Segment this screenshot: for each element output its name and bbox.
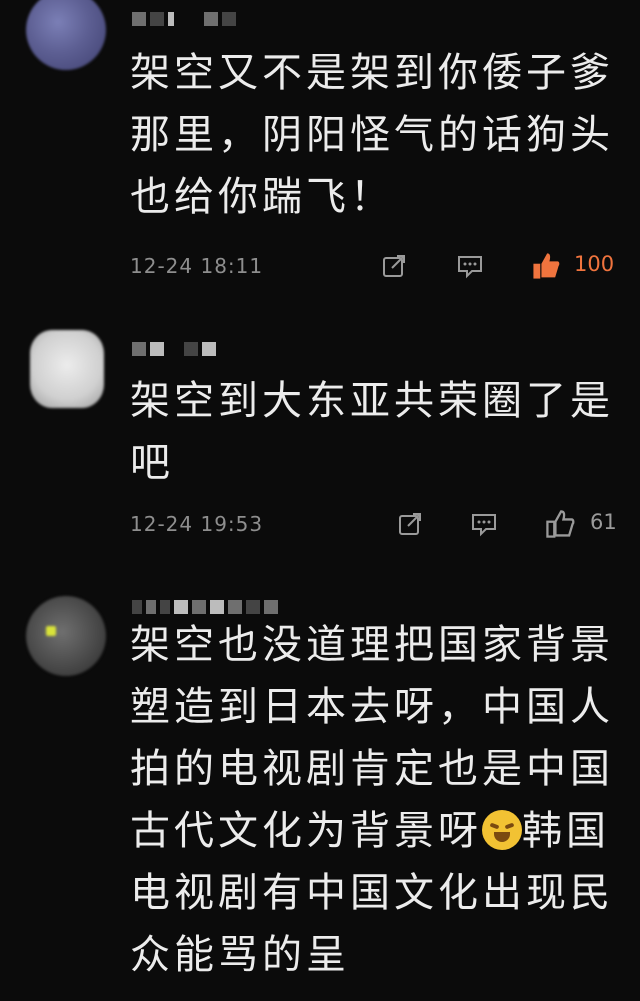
mosaic-block [184, 342, 198, 356]
mosaic-block [202, 342, 216, 356]
username-mosaic[interactable] [132, 8, 236, 30]
thumbs-up-icon[interactable] [544, 508, 576, 540]
mosaic-block [228, 600, 242, 614]
comment-text: 架空也没道理把国家背景塑造到日本去呀，中国人拍的电视剧肯定也是中国古代文化为背景… [130, 614, 620, 986]
avatar[interactable] [30, 330, 104, 408]
like-count: 100 [574, 252, 615, 276]
share-icon[interactable] [380, 252, 408, 280]
mosaic-block [210, 600, 224, 614]
avatar[interactable] [26, 596, 106, 676]
mosaic-block [246, 600, 260, 614]
comment-meta: 12-24 19:53 61 [130, 504, 620, 544]
comment-text: 架空又不是架到你倭子爹那里，阴阳怪气的话狗头也给你踹飞！ [130, 50, 614, 220]
crying-laughing-emoji-icon [482, 810, 522, 850]
thumbs-up-icon[interactable] [530, 250, 562, 282]
mosaic-block [132, 342, 146, 356]
mosaic-block [150, 342, 164, 356]
username-mosaic[interactable] [132, 338, 216, 360]
share-icon[interactable] [396, 510, 424, 538]
mosaic-block [146, 600, 156, 614]
reply-icon[interactable] [470, 510, 498, 538]
mosaic-block [150, 12, 164, 26]
mosaic-block [132, 600, 142, 614]
mosaic-block [168, 12, 174, 26]
mosaic-block [264, 600, 278, 614]
mosaic-block [160, 600, 170, 614]
mosaic-block [132, 12, 146, 26]
mosaic-block [174, 600, 188, 614]
reply-icon[interactable] [456, 252, 484, 280]
comment-time: 12-24 19:53 [130, 512, 264, 536]
mosaic-block [222, 12, 236, 26]
mosaic-block [204, 12, 218, 26]
comment-meta: 12-24 18:11 100 [130, 246, 620, 286]
comment-time: 12-24 18:11 [130, 254, 264, 278]
comment-text: 架空到大东亚共荣圈了是吧 [130, 378, 614, 486]
avatar[interactable] [26, 0, 106, 70]
mosaic-block [192, 600, 206, 614]
like-count: 61 [590, 510, 617, 534]
